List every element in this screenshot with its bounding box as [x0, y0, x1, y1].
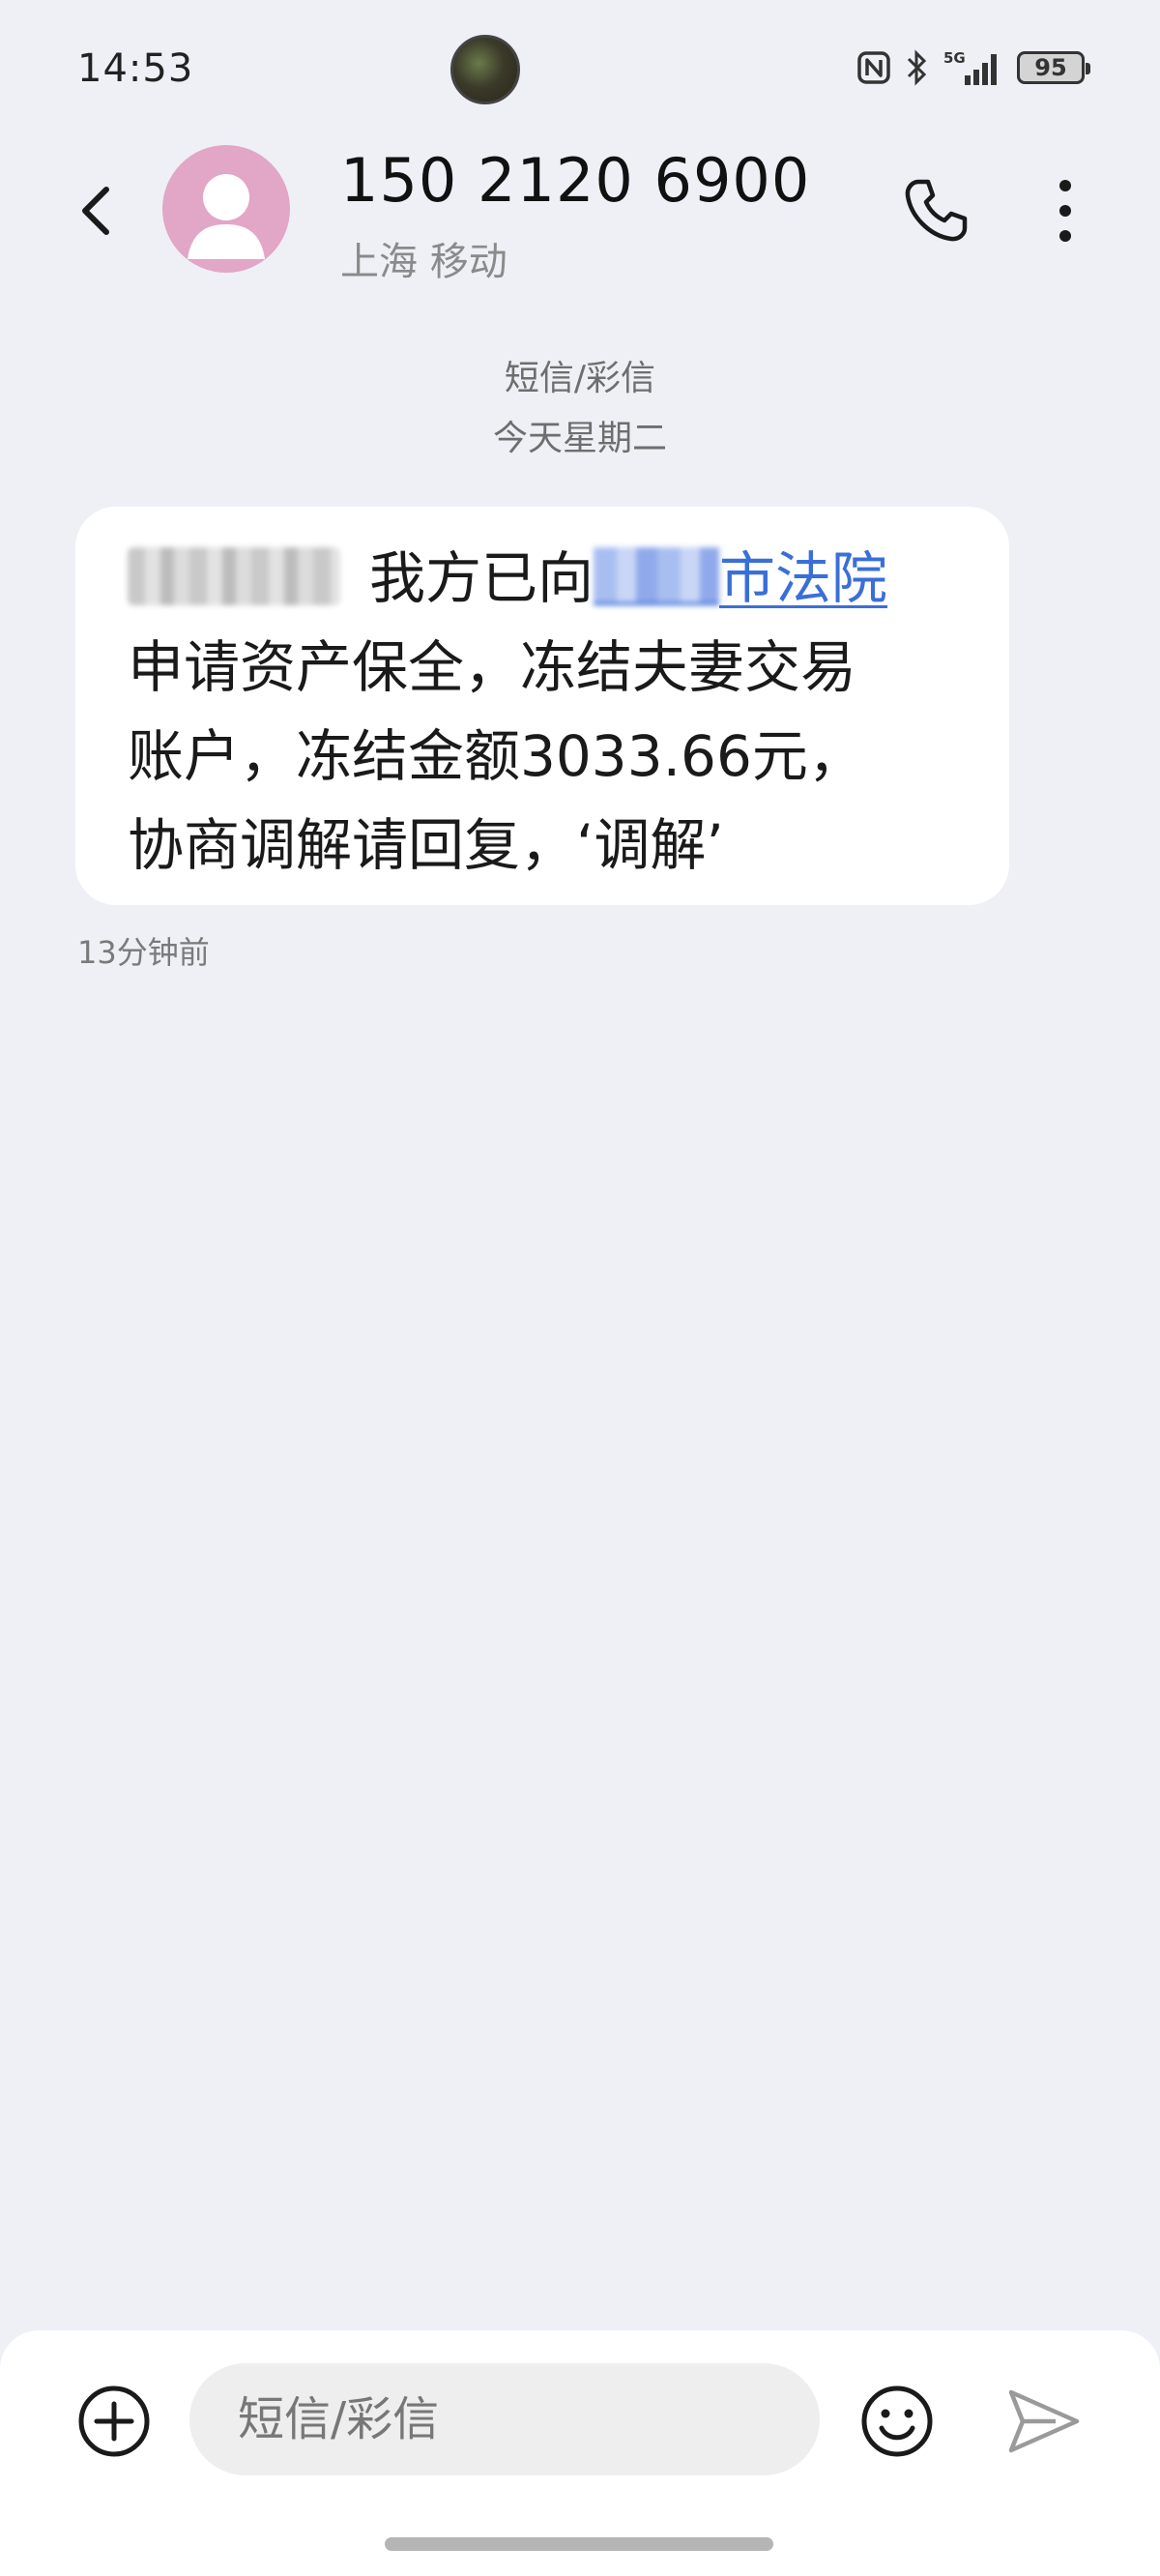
message-line-1-text: 我方已向	[369, 545, 594, 611]
court-link[interactable]: 市法院	[719, 545, 887, 611]
plus-circle-icon	[78, 2386, 150, 2457]
network-type-label: 5G	[943, 49, 966, 67]
person-icon	[188, 174, 265, 259]
bluetooth-icon	[907, 49, 927, 86]
send-icon	[1008, 2389, 1080, 2453]
phone-icon	[905, 179, 968, 242]
status-bar: 14:53 5G 95	[0, 0, 1160, 145]
message-line-2: 申请资产保全，冻结夫妻交易	[128, 634, 857, 700]
send-button[interactable]	[1005, 2385, 1083, 2458]
back-button[interactable]	[68, 180, 130, 242]
sms-conversation-screen: 14:53 5G 95 150 2120 6900 上海 移动 短信/彩信 今天…	[0, 0, 1160, 2576]
nfc-icon	[857, 51, 890, 84]
home-indicator[interactable]	[385, 2537, 773, 2551]
status-time: 14:53	[77, 46, 194, 91]
more-vertical-icon	[1059, 180, 1071, 242]
message-line-1: 我方已向 市法院	[128, 534, 957, 623]
redacted-sender-name	[128, 547, 340, 605]
chevron-left-icon	[82, 187, 109, 235]
status-icons: 5G 95	[856, 48, 1090, 87]
message-bubble[interactable]: 我方已向 市法院 申请资产保全，冻结夫妻交易 账户，冻结金额3033.66元， 协…	[75, 507, 1009, 905]
emoji-button[interactable]	[858, 2383, 936, 2460]
contact-number: 150 2120 6900	[340, 145, 811, 216]
conversation-type-label: 短信/彩信	[504, 359, 656, 398]
conversation-header: 150 2120 6900 上海 移动	[0, 145, 1160, 284]
message-line-3: 账户，冻结金额3033.66元，	[128, 723, 864, 789]
smiley-icon	[861, 2386, 933, 2457]
signal-5g-icon: 5G	[943, 49, 997, 85]
battery-level: 95	[1034, 54, 1067, 81]
message-timestamp: 13分钟前	[77, 934, 210, 971]
compose-bar	[0, 2330, 1160, 2576]
message-input[interactable]	[189, 2363, 820, 2475]
battery-icon: 95	[1017, 51, 1090, 84]
call-button[interactable]	[899, 174, 972, 248]
more-options-button[interactable]	[1044, 174, 1087, 248]
conversation-date-label: 今天星期二	[492, 419, 667, 458]
redacted-city-name[interactable]	[594, 547, 720, 605]
message-line-4: 协商调解请回复，‘调解’	[128, 812, 724, 878]
notification-avatar-icon	[450, 35, 520, 104]
add-attachment-button[interactable]	[75, 2383, 153, 2460]
contact-avatar[interactable]	[162, 145, 290, 273]
contact-location: 上海 移动	[340, 240, 508, 284]
